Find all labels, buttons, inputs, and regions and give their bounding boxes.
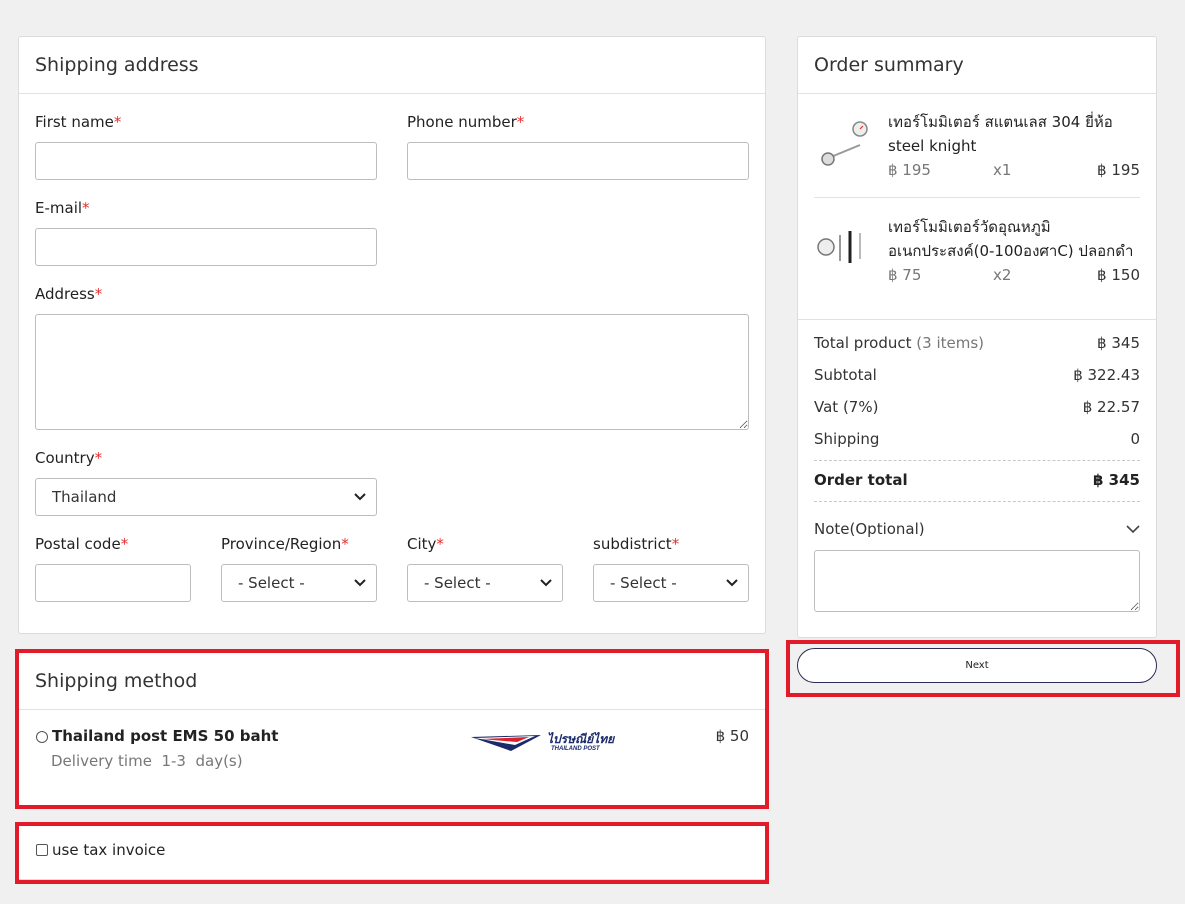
- province-select-value: - Select -: [238, 574, 305, 592]
- order-summary-title: Order summary: [798, 37, 1156, 94]
- address-label: Address*: [35, 285, 103, 303]
- address-textarea[interactable]: [35, 314, 749, 430]
- note-toggle[interactable]: Note(Optional): [814, 520, 1140, 538]
- total-product-count: (3 items): [916, 334, 985, 352]
- subdistrict-label: subdistrict*: [593, 535, 680, 553]
- email-label: E-mail*: [35, 199, 90, 217]
- section-divider: [798, 319, 1156, 320]
- next-button-highlight: [786, 640, 1180, 697]
- product-name: เทอร์โมมิเตอร์ สแตนเลส 304 ยี่ห้อ steel …: [888, 113, 1113, 155]
- total-product-label: Total product: [814, 334, 912, 352]
- city-label: City*: [407, 535, 444, 553]
- phone-label: Phone number*: [407, 113, 525, 131]
- province-label: Province/Region*: [221, 535, 349, 553]
- tax-invoice-highlight: [15, 822, 769, 884]
- product-thumbnail-thermometer-black: [816, 227, 870, 267]
- chevron-down-icon: [354, 565, 366, 601]
- subtotal-value: ฿ 322.43: [1073, 366, 1140, 384]
- order-total-label: Order total: [814, 471, 908, 489]
- item-divider: [814, 197, 1140, 198]
- first-name-label: First name*: [35, 113, 122, 131]
- province-select[interactable]: - Select -: [221, 564, 377, 602]
- first-name-input[interactable]: [35, 142, 377, 180]
- subdistrict-select[interactable]: - Select -: [593, 564, 749, 602]
- chevron-down-icon: [540, 565, 552, 601]
- total-product-value: ฿ 345: [1097, 334, 1140, 352]
- phone-input[interactable]: [407, 142, 749, 180]
- shipping-label: Shipping: [814, 430, 880, 448]
- postal-code-label: Postal code*: [35, 535, 129, 553]
- note-label: Note(Optional): [814, 520, 925, 538]
- country-select-value: Thailand: [52, 488, 117, 506]
- product-total: ฿ 150: [1097, 266, 1140, 284]
- chevron-down-icon: [726, 565, 738, 601]
- total-product-row: Total product (3 items) ฿ 345: [814, 334, 1140, 352]
- order-total-row: Order total ฿ 345: [814, 471, 1140, 489]
- product-thumbnail-thermometer: [816, 119, 870, 173]
- shipping-address-card: Shipping address First name* Phone numbe…: [18, 36, 766, 634]
- shipping-method-highlight: [15, 649, 769, 809]
- product-qty: x2: [993, 266, 1012, 284]
- product-qty: x1: [993, 161, 1012, 179]
- dashed-divider: [814, 460, 1140, 461]
- product-unit-price: ฿ 75: [888, 266, 922, 284]
- city-select[interactable]: - Select -: [407, 564, 563, 602]
- product-name: เทอร์โมมิเตอร์วัดอุณหภูมิ อเนกประสงค์(0-…: [888, 218, 1134, 260]
- order-total-value: ฿ 345: [1093, 471, 1140, 489]
- shipping-value: 0: [1130, 430, 1140, 448]
- product-unit-price: ฿ 195: [888, 161, 931, 179]
- vat-label: Vat (7%): [814, 398, 879, 416]
- subdistrict-select-value: - Select -: [610, 574, 677, 592]
- dashed-divider: [814, 501, 1140, 502]
- country-select[interactable]: Thailand: [35, 478, 377, 516]
- vat-value: ฿ 22.57: [1082, 398, 1140, 416]
- chevron-down-icon: [354, 479, 366, 515]
- email-input[interactable]: [35, 228, 377, 266]
- postal-code-input[interactable]: [35, 564, 191, 602]
- vat-row: Vat (7%) ฿ 22.57: [814, 398, 1140, 416]
- shipping-row: Shipping 0: [814, 430, 1140, 448]
- country-label: Country*: [35, 449, 103, 467]
- order-summary-card: Order summary เทอร์โมมิเตอร์ สแตนเลส 304…: [797, 36, 1157, 638]
- subtotal-label: Subtotal: [814, 366, 877, 384]
- note-textarea[interactable]: [814, 550, 1140, 612]
- shipping-address-title: Shipping address: [19, 37, 765, 94]
- subtotal-row: Subtotal ฿ 322.43: [814, 366, 1140, 384]
- city-select-value: - Select -: [424, 574, 491, 592]
- product-total: ฿ 195: [1097, 161, 1140, 179]
- chevron-down-icon[interactable]: [1126, 520, 1140, 538]
